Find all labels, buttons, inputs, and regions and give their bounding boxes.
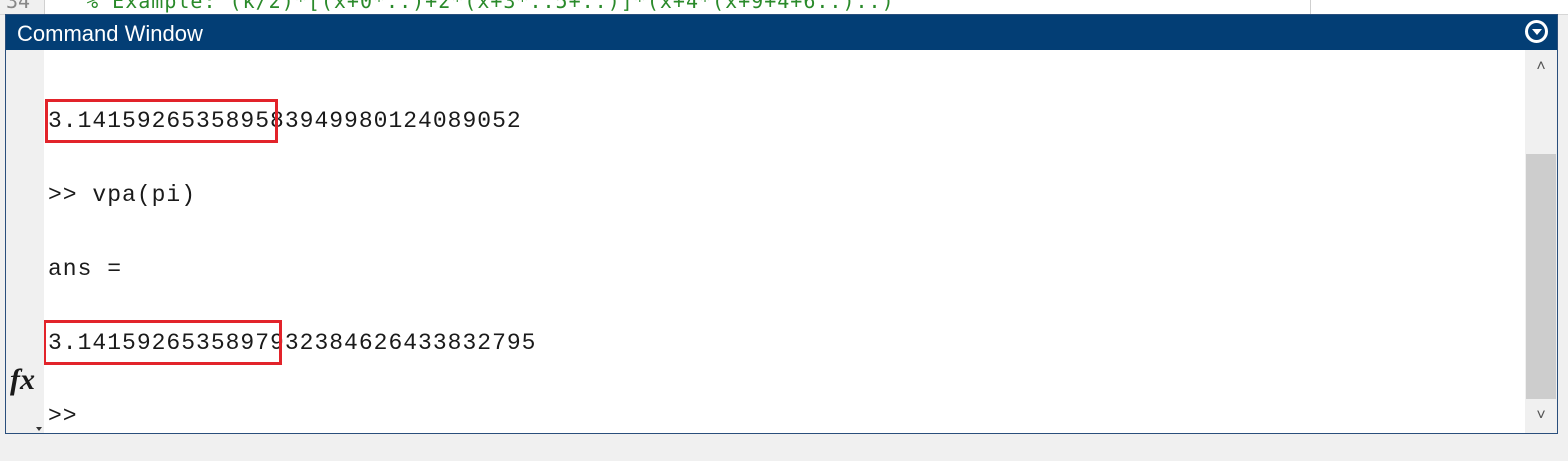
highlight-box-result-2 bbox=[44, 320, 282, 365]
command-window-titlebar: Command Window bbox=[6, 15, 1557, 50]
chevron-down-icon bbox=[1528, 23, 1545, 40]
highlight-box-result-1 bbox=[45, 99, 278, 143]
output-line-command: >> vpa(pi) bbox=[48, 182, 197, 208]
output-line-ans: ans = bbox=[48, 256, 123, 282]
output-line-cut: ans bbox=[48, 50, 92, 54]
command-window: Command Window ans 3.1415926535895839499… bbox=[5, 14, 1558, 434]
editor-line-text[interactable]: % Example: (k/2)*[(x+0*..)+2*(x+3*..5+..… bbox=[60, 0, 895, 13]
scroll-up-chevron-up-icon[interactable]: ˄ bbox=[1525, 52, 1557, 82]
editor-right-margin-line bbox=[1310, 0, 1311, 14]
command-prompt[interactable]: >> bbox=[48, 403, 78, 429]
command-window-title: Command Window bbox=[17, 21, 203, 46]
function-browser-icon[interactable]: fx bbox=[10, 363, 35, 397]
command-window-output[interactable]: ans 3.141592653589583949980124089052 >> … bbox=[44, 50, 1525, 433]
scroll-down-chevron-down-icon[interactable]: ˅ bbox=[1525, 401, 1557, 431]
scrollbar-thumb[interactable] bbox=[1526, 154, 1556, 399]
editor-line-number: 34 bbox=[6, 0, 31, 13]
fx-dropdown-arrow-icon bbox=[36, 427, 42, 431]
vertical-scrollbar[interactable]: ˄ ˅ bbox=[1525, 50, 1557, 433]
window-actions-menu-icon[interactable] bbox=[1525, 20, 1548, 43]
editor-strip: 34 % Example: (k/2)*[(x+0*..)+2*(x+3*..5… bbox=[0, 0, 1568, 15]
editor-gutter: 34 bbox=[0, 0, 45, 14]
